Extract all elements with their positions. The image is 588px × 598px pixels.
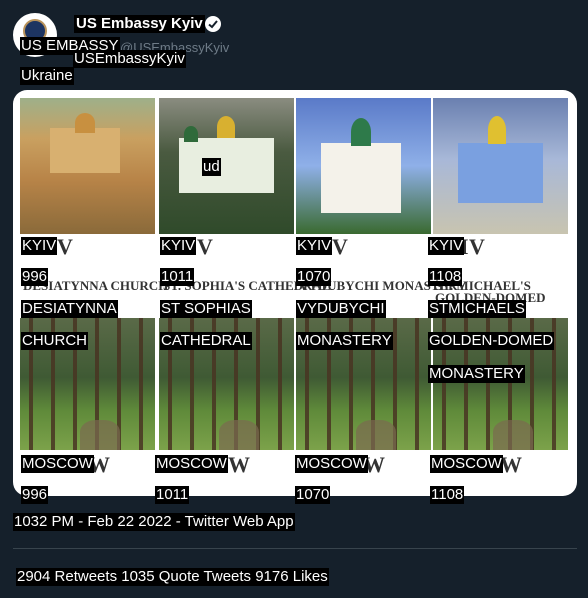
panel-name-4a: STMICHAELS xyxy=(428,300,526,318)
divider xyxy=(13,548,577,549)
moscow-city-1: MOSCOW xyxy=(21,455,94,473)
panel-name-2b: CATHEDRAL xyxy=(160,332,252,350)
tweet-stats[interactable]: 2904 Retweets 1035 Quote Tweets 9176 Lik… xyxy=(16,568,329,586)
moscow-year-4: 1108 xyxy=(430,486,465,504)
panel-city-1: KYIV xyxy=(21,237,58,255)
printed-moscow-2: W xyxy=(228,452,251,477)
vydubychi-monastery-photo xyxy=(296,98,431,234)
panel-name-4c: MONASTERY xyxy=(428,365,525,383)
verified-badge-icon xyxy=(205,16,221,32)
moscow-city-4: MOSCOW xyxy=(430,455,503,473)
tweet-media-image[interactable]: IV IV IV IV DESIATYNNA CHURCH ST. SOPHIA… xyxy=(13,90,577,496)
tweet-timestamp[interactable]: 1032 PM - Feb 22 2022 - Twitter Web App xyxy=(13,513,295,531)
moscow-year-3: 1070 xyxy=(295,486,331,504)
moscow-city-2: MOSCOW xyxy=(155,455,228,473)
panel-year-2: 1011 xyxy=(160,268,195,286)
panel-city-2: KYIV xyxy=(160,237,197,255)
st-michaels-monastery-photo xyxy=(433,98,568,234)
moscow-year-1: 996 xyxy=(21,486,49,504)
desiatynna-church-photo xyxy=(20,98,155,234)
panel-name-1a: DESIATYNNA xyxy=(21,300,118,318)
panel-year-3: 1070 xyxy=(296,268,332,286)
overlay-text: ud xyxy=(202,158,221,176)
moscow-year-2: 1011 xyxy=(155,486,190,504)
printed-moscow-4: W xyxy=(500,452,523,477)
panel-year-4: 1108 xyxy=(428,268,463,286)
author-name[interactable]: US Embassy Kyiv xyxy=(74,15,205,33)
panel-name-3b: MONASTERY xyxy=(296,332,393,350)
moscow-city-3: MOSCOW xyxy=(295,455,368,473)
panel-city-4: KYIV xyxy=(428,237,465,255)
author-location: Ukraine xyxy=(20,67,74,85)
panel-name-2a: ST SOPHIAS xyxy=(160,300,252,318)
st-sophias-cathedral-photo xyxy=(159,98,294,234)
author-handle[interactable]: USEmbassyKyiv xyxy=(73,50,186,68)
panel-name-3a: VYDUBYCHI xyxy=(296,300,386,318)
panel-city-3: KYIV xyxy=(296,237,333,255)
panel-name-4b: GOLDEN-DOMED xyxy=(428,332,555,350)
panel-name-1b: CHURCH xyxy=(21,332,88,350)
panel-year-1: 996 xyxy=(21,268,49,286)
